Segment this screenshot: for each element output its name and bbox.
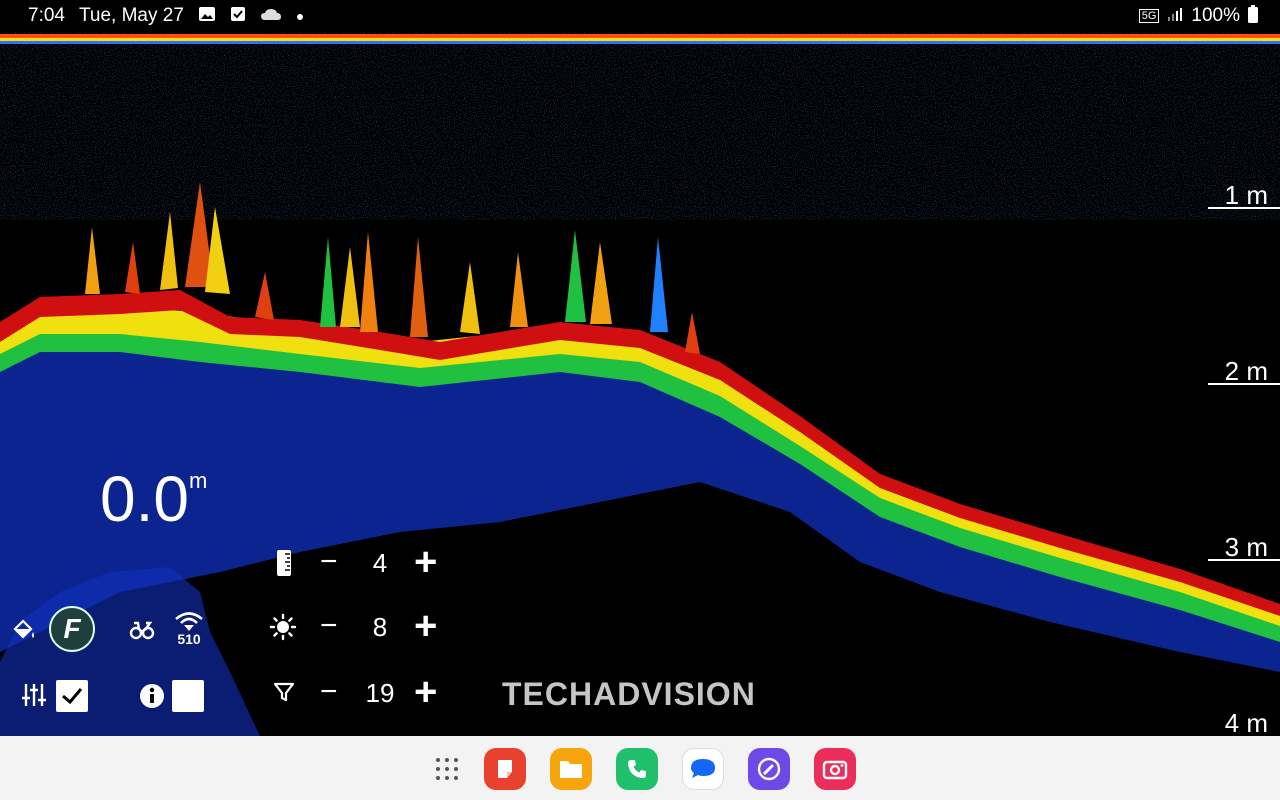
settings-checkbox[interactable] [56, 680, 88, 712]
sonar-frequency-button[interactable]: 510 [170, 606, 208, 652]
color-fill-icon[interactable] [10, 615, 38, 643]
filter-minus-button[interactable]: − [320, 675, 338, 709]
notes-app-icon[interactable] [484, 748, 526, 790]
files-app-icon[interactable] [550, 748, 592, 790]
gain-plus-button[interactable]: + [414, 604, 437, 649]
phone-app-icon[interactable] [616, 748, 658, 790]
range-plus-button[interactable]: + [414, 540, 437, 585]
brightness-icon[interactable] [268, 612, 298, 642]
filter-value: 19 [365, 678, 395, 708]
fish-mode-button[interactable]: F [49, 606, 95, 652]
info-checkbox[interactable] [172, 680, 204, 712]
ruler-icon[interactable] [272, 548, 296, 578]
app-drawer-icon[interactable] [426, 748, 468, 790]
settings-sliders-icon[interactable] [20, 680, 48, 710]
network-icon: 5G [1138, 9, 1160, 23]
depth-label-4: 4 m [1224, 708, 1268, 738]
filter-icon[interactable] [270, 678, 298, 706]
current-depth-readout: 0.0m [100, 462, 207, 536]
camera-app-icon[interactable] [814, 748, 856, 790]
navigation-dock [0, 736, 1280, 800]
current-depth-unit: m [188, 468, 208, 493]
range-value: 4 [372, 548, 388, 578]
battery-icon [1248, 5, 1258, 27]
fish-mode-letter: F [63, 613, 81, 644]
signal-icon [1167, 6, 1183, 26]
binoculars-icon[interactable] [128, 618, 156, 642]
depth-tick-2 [1208, 383, 1280, 385]
status-bar: 7:04 Tue, May 27 5G 100% [0, 0, 1280, 32]
cloud-icon [260, 7, 282, 25]
depth-tick-3 [1208, 559, 1280, 561]
dot-icon [296, 8, 304, 25]
checkbox-icon [230, 6, 246, 26]
clock: 7:04 [28, 5, 65, 26]
info-icon[interactable] [138, 682, 166, 710]
browser-app-icon[interactable] [748, 748, 790, 790]
range-minus-button[interactable]: − [320, 545, 338, 579]
depth-tick-1 [1208, 207, 1280, 209]
gain-value: 8 [372, 612, 388, 642]
gallery-icon [198, 6, 216, 26]
watermark: TECHADVISION [502, 676, 756, 712]
date: Tue, May 27 [78, 5, 184, 26]
gain-minus-button[interactable]: − [320, 609, 338, 643]
frequency-badge: 510 [177, 631, 201, 647]
battery-percent: 100% [1191, 5, 1240, 26]
messages-app-icon[interactable] [682, 748, 724, 790]
filter-plus-button[interactable]: + [414, 670, 437, 715]
current-depth-value: 0.0 [100, 463, 189, 535]
